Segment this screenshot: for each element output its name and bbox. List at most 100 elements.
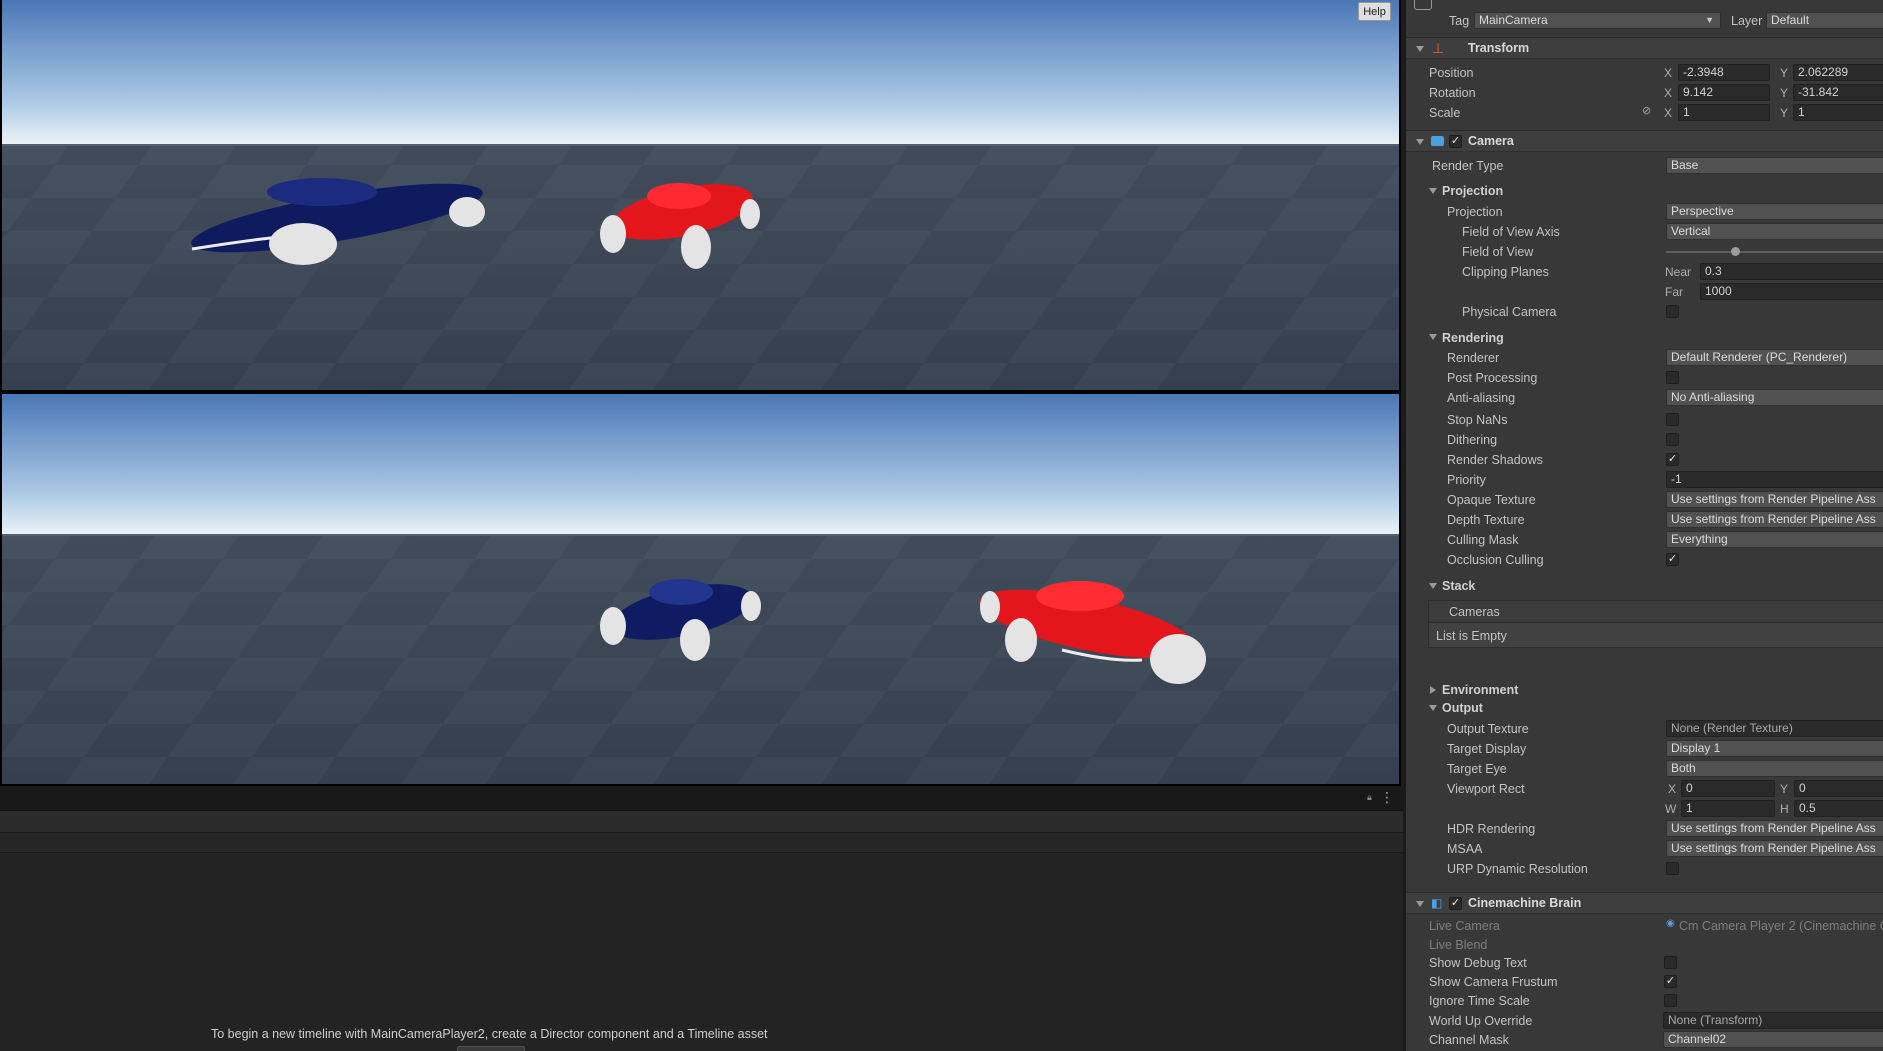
ignore-time-scale-checkbox[interactable]	[1664, 994, 1677, 1007]
far-label: Far	[1665, 285, 1683, 299]
viewport-player-1[interactable]: Help	[2, 0, 1399, 390]
lock-icon[interactable]: 🔒︎	[1367, 792, 1376, 802]
game-view[interactable]: Help	[0, 0, 1401, 786]
fov-axis-dropdown[interactable]: Vertical	[1666, 223, 1883, 240]
axis-y-label: Y	[1780, 86, 1789, 100]
culling-mask-dropdown[interactable]: Everything	[1666, 531, 1883, 548]
fov-slider-handle[interactable]	[1731, 247, 1740, 256]
rotation-x-field[interactable]: 9.142	[1678, 84, 1770, 101]
camera-enabled-checkbox[interactable]: ✓	[1449, 135, 1462, 148]
rotation-y-field[interactable]: -31.842	[1793, 84, 1883, 101]
viewport-y-field[interactable]: 0	[1794, 780, 1883, 797]
channel-mask-dropdown[interactable]: Channel02	[1663, 1031, 1883, 1048]
post-processing-checkbox[interactable]	[1666, 371, 1679, 384]
physical-camera-label: Physical Camera	[1462, 305, 1557, 319]
world-up-override-field[interactable]: None (Transform)	[1663, 1012, 1883, 1029]
foldout-arrow-icon[interactable]	[1430, 686, 1436, 694]
output-section-title[interactable]: Output	[1442, 701, 1483, 715]
timeline-panel: 🔒︎ ⋮ To begin a new timeline with MainCa…	[0, 786, 1403, 1051]
cinemachine-brain-title: Cinemachine Brain	[1468, 896, 1582, 910]
foldout-arrow-icon[interactable]	[1416, 46, 1424, 52]
layer-label: Layer	[1731, 14, 1763, 28]
far-field[interactable]: 1000	[1700, 283, 1883, 300]
more-options-icon[interactable]: ⋮	[1380, 789, 1394, 806]
target-eye-label: Target Eye	[1447, 762, 1507, 776]
cinemachine-icon: ◧	[1431, 896, 1443, 910]
foldout-arrow-icon[interactable]	[1416, 901, 1424, 907]
rendering-section-title[interactable]: Rendering	[1442, 331, 1504, 345]
render-type-dropdown[interactable]: Base	[1666, 157, 1883, 174]
fov-label: Field of View	[1462, 245, 1534, 259]
projection-dropdown[interactable]: Perspective	[1666, 203, 1883, 220]
show-camera-frustum-checkbox[interactable]: ✓	[1664, 975, 1677, 988]
stack-section-title[interactable]: Stack	[1442, 579, 1475, 593]
link-icon[interactable]: ⊘	[1642, 104, 1651, 117]
msaa-dropdown[interactable]: Use settings from Render Pipeline Ass	[1666, 840, 1883, 857]
show-debug-text-checkbox[interactable]	[1664, 956, 1677, 969]
msaa-label: MSAA	[1447, 842, 1483, 856]
render-shadows-checkbox[interactable]: ✓	[1666, 453, 1679, 466]
viewport-x-field[interactable]: 0	[1681, 780, 1775, 797]
foldout-arrow-icon[interactable]	[1429, 188, 1437, 194]
foldout-arrow-icon[interactable]	[1416, 139, 1424, 145]
eye-icon: ◉	[1666, 918, 1675, 929]
scale-y-field[interactable]: 1	[1793, 104, 1883, 121]
occlusion-culling-checkbox[interactable]: ✓	[1666, 553, 1679, 566]
viewport-player-2[interactable]	[2, 394, 1399, 784]
help-button[interactable]: Help	[1358, 2, 1391, 21]
target-display-label: Target Display	[1447, 742, 1527, 756]
renderer-label: Renderer	[1447, 351, 1500, 365]
axis-x-label: X	[1664, 86, 1673, 100]
opaque-texture-label: Opaque Texture	[1447, 493, 1536, 507]
physical-camera-checkbox[interactable]	[1666, 305, 1679, 318]
cinemachine-brain-enabled-checkbox[interactable]: ✓	[1449, 897, 1462, 910]
urp-dynamic-resolution-checkbox[interactable]	[1666, 862, 1679, 875]
foldout-arrow-icon[interactable]	[1429, 583, 1437, 589]
live-camera-value: Cm Camera Player 2 (Cinemachine C	[1679, 919, 1883, 933]
viewport-rect-label: Viewport Rect	[1447, 782, 1525, 796]
target-display-dropdown[interactable]: Display 1	[1666, 740, 1883, 757]
transform-title: Transform	[1468, 41, 1530, 55]
anti-aliasing-dropdown[interactable]: No Anti-aliasing	[1666, 389, 1883, 406]
render-type-label: Render Type	[1432, 159, 1504, 173]
environment-section-title[interactable]: Environment	[1442, 683, 1518, 697]
viewport-w-field[interactable]: 1	[1681, 800, 1775, 817]
tag-dropdown[interactable]: MainCamera ▼	[1474, 12, 1721, 29]
foldout-arrow-icon[interactable]	[1429, 334, 1437, 340]
chevron-down-icon: ▼	[1705, 15, 1714, 25]
timeline-header: 🔒︎ ⋮	[0, 786, 1403, 811]
viewport-h-field[interactable]: 0.5	[1794, 800, 1883, 817]
position-x-field[interactable]: -2.3948	[1678, 64, 1770, 81]
foldout-arrow-icon[interactable]	[1429, 705, 1437, 711]
camera-title: Camera	[1468, 134, 1514, 148]
stop-nans-checkbox[interactable]	[1666, 413, 1679, 426]
camera-header[interactable]: ✓ Camera	[1406, 130, 1883, 152]
cinemachine-brain-header[interactable]: ◧ ✓ Cinemachine Brain	[1406, 892, 1883, 914]
scale-label: Scale	[1429, 106, 1461, 120]
hdr-rendering-dropdown[interactable]: Use settings from Render Pipeline Ass	[1666, 820, 1883, 837]
output-texture-field[interactable]: None (Render Texture)	[1666, 720, 1883, 737]
projection-section-title[interactable]: Projection	[1442, 184, 1503, 198]
gameobject-icon	[1414, 0, 1432, 10]
priority-field[interactable]: -1	[1666, 471, 1883, 488]
camera-stack-list: Cameras List is Empty	[1428, 600, 1883, 648]
render-shadows-label: Render Shadows	[1447, 453, 1543, 467]
depth-texture-dropdown[interactable]: Use settings from Render Pipeline Ass	[1666, 511, 1883, 528]
fov-axis-label: Field of View Axis	[1462, 225, 1560, 239]
post-processing-label: Post Processing	[1447, 371, 1538, 385]
axis-x-label: X	[1664, 66, 1673, 80]
rotation-label: Rotation	[1429, 86, 1476, 100]
near-field[interactable]: 0.3	[1700, 263, 1883, 280]
position-y-field[interactable]: 2.062289	[1793, 64, 1883, 81]
occlusion-culling-label: Occlusion Culling	[1447, 553, 1544, 567]
fov-slider-track[interactable]	[1666, 251, 1883, 253]
transform-header[interactable]: ⊥ Transform	[1406, 37, 1883, 59]
dithering-label: Dithering	[1447, 433, 1498, 447]
dithering-checkbox[interactable]	[1666, 433, 1679, 446]
scale-x-field[interactable]: 1	[1678, 104, 1770, 121]
target-eye-dropdown[interactable]: Both	[1666, 760, 1883, 777]
create-button[interactable]	[457, 1046, 525, 1051]
renderer-dropdown[interactable]: Default Renderer (PC_Renderer)	[1666, 349, 1883, 366]
layer-dropdown[interactable]: Default	[1766, 12, 1883, 29]
opaque-texture-dropdown[interactable]: Use settings from Render Pipeline Ass	[1666, 491, 1883, 508]
